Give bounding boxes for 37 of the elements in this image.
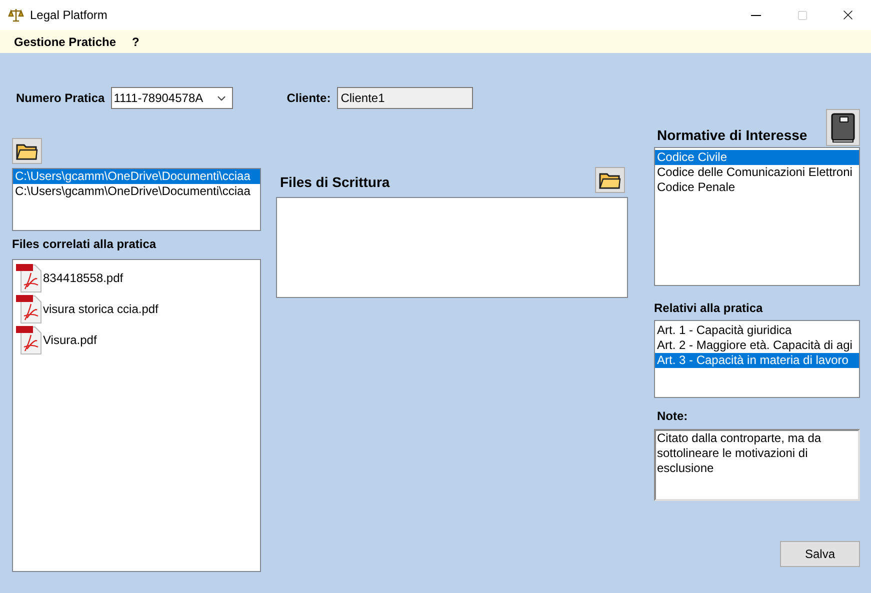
list-item[interactable]: Codice Civile	[655, 150, 859, 165]
numero-pratica-label: Numero Pratica	[16, 90, 105, 107]
note-field[interactable]: Citato dalla controparte, ma da sottolineare le motivazioni di esclusione	[654, 429, 860, 501]
pdf-file-icon	[15, 262, 43, 292]
file-name[interactable]: Visura.pdf	[43, 330, 97, 348]
file-name[interactable]: 834418558.pdf	[43, 268, 124, 286]
list-item[interactable]: Art. 1 - Capacità giuridica	[655, 323, 859, 338]
maximize-icon	[796, 10, 808, 20]
scrittura-label: Files di Scrittura	[280, 173, 391, 192]
normative-title: Normative di Interesse	[657, 126, 808, 145]
book-button[interactable]	[826, 109, 860, 146]
list-item[interactable]: Art. 3 - Capacità in materia di lavoro	[655, 353, 859, 368]
open-folder-button[interactable]	[595, 167, 625, 193]
folder-icon	[599, 171, 621, 189]
folder-icon	[16, 142, 38, 160]
numero-pratica-dropdown[interactable]: 1111-78904578A	[110, 87, 233, 109]
window-title: Legal Platform	[30, 7, 108, 24]
scales-icon	[8, 7, 24, 23]
file-name[interactable]: visura storica ccia.pdf	[43, 300, 158, 318]
minimize-icon	[751, 14, 761, 16]
menu-item[interactable]: ?	[125, 32, 146, 50]
cliente-label: Cliente:	[286, 90, 331, 107]
list-item[interactable]: C:\Users\gcamm\OneDrive\Documenti\cciaa	[13, 169, 260, 184]
menu-item[interactable]: Gestione Pratiche	[7, 32, 124, 50]
note-label: Note:	[657, 408, 689, 425]
open-folder-button[interactable]	[12, 138, 42, 164]
book-icon	[830, 112, 856, 142]
pdf-file-icon	[15, 294, 43, 324]
save-button[interactable]: Salva	[780, 541, 860, 567]
list-item[interactable]: C:\Users\gcamm\OneDrive\Documenti\cciaa	[13, 184, 260, 199]
list-item[interactable]: Art. 2 - Maggiore età. Capacità di agi	[655, 338, 859, 353]
relativi-label: Relativi alla pratica	[654, 300, 764, 317]
pdf-file-icon	[15, 324, 43, 354]
files-label: Files correlati alla pratica	[12, 236, 158, 253]
list-item[interactable]: Codice Penale	[655, 180, 859, 195]
cliente-field[interactable]: Cliente1	[336, 87, 473, 109]
list-item[interactable]: Codice delle Comunicazioni Elettroni	[655, 165, 859, 180]
